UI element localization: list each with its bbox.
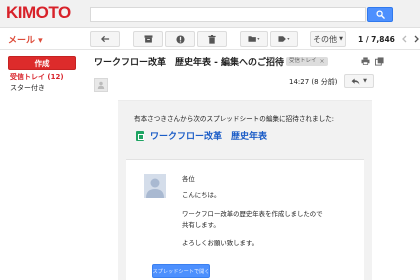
close-icon[interactable]: ×: [320, 57, 325, 66]
more-label: その他: [313, 34, 338, 44]
star-icon[interactable]: ☆: [270, 55, 277, 64]
body-line: ワークフロー改革の歴史年表を作成しましたので: [182, 210, 323, 218]
more-button[interactable]: その他 ▼: [310, 31, 346, 47]
delete-button[interactable]: [197, 31, 227, 47]
older-button[interactable]: [410, 31, 420, 47]
label-tag-text: 受信トレイ: [289, 58, 317, 64]
trash-icon: [208, 34, 216, 44]
email-card: 有本さつきさんから次のスプレッドシートの編集に招待されました: ワークフロー改革…: [118, 100, 372, 280]
compose-button[interactable]: 作成: [8, 56, 76, 70]
folder-icon: [248, 36, 260, 42]
print-button[interactable]: [360, 56, 370, 66]
body-line: 共有します。: [182, 221, 220, 229]
reply-menu-chevron-icon[interactable]: ▼: [363, 78, 367, 84]
newer-button[interactable]: [398, 31, 410, 47]
reply-button[interactable]: ▼: [344, 74, 374, 88]
labels-button[interactable]: [270, 31, 298, 47]
archive-button[interactable]: [133, 31, 163, 47]
sidebar-item-starred[interactable]: スター付き: [10, 83, 45, 93]
invite-text: 有本さつきさんから次のスプレッドシートの編集に招待されました:: [134, 115, 335, 123]
back-button[interactable]: [90, 31, 120, 47]
chevron-left-icon: [401, 35, 406, 43]
user-silhouette-icon: [144, 174, 166, 198]
inbox-label-tag[interactable]: 受信トレイ ×: [286, 57, 328, 66]
mail-menu[interactable]: メール ▾: [8, 33, 43, 46]
search-input[interactable]: [90, 7, 366, 22]
sender-avatar-small: [94, 78, 108, 92]
report-spam-button[interactable]: [165, 31, 195, 47]
body-line: こんにちは。: [182, 191, 221, 199]
sheet-title-link[interactable]: ワークフロー改革 歴史年表: [150, 129, 267, 142]
print-icon: [361, 57, 369, 65]
top-header: KIMOTO: [0, 0, 420, 28]
message-subject: ワークフロー改革 歴史年表 - 編集へのご招待: [94, 58, 285, 68]
chevron-right-icon: [414, 35, 419, 43]
reply-icon: [351, 77, 360, 85]
move-to-button[interactable]: [240, 31, 268, 47]
sheet-link-row: ワークフロー改革 歴史年表: [136, 129, 356, 142]
message-star-icon[interactable]: ☆: [330, 76, 337, 85]
page-count: 1 / 7,846: [358, 35, 395, 44]
body-line: 各位: [182, 175, 195, 183]
message-box: 各位 こんにちは。 ワークフロー改革の歴史年表を作成しましたので 共有します。 …: [126, 159, 364, 280]
sender-avatar: [144, 174, 166, 198]
chevron-down-icon: ▼: [339, 36, 343, 42]
body-line: よろしくお願い致します。: [182, 239, 259, 247]
open-in-sheets-button[interactable]: スプレッドシートで開く: [152, 264, 210, 278]
exclamation-icon: [175, 34, 185, 44]
message-toolbar: メール ▾ その他 ▼ 1 / 7,846: [0, 28, 420, 50]
search-icon: [375, 10, 385, 19]
tag-icon: [278, 36, 290, 42]
invite-section: 有本さつきさんから次のスプレッドシートの編集に招待されました: ワークフロー改革…: [134, 113, 356, 142]
gmail-window: KIMOTO メール ▾ その他 ▼ 1 / 7,846 作成 受信トレイ (1…: [0, 0, 420, 280]
sidebar-item-inbox[interactable]: 受信トレイ (12): [10, 72, 64, 82]
kimoto-logo[interactable]: KIMOTO: [6, 3, 71, 23]
new-window-icon: [374, 56, 384, 66]
archive-icon: [144, 35, 152, 43]
back-arrow-icon: [100, 35, 109, 43]
spreadsheet-icon: [136, 130, 144, 141]
user-silhouette-icon: [97, 81, 105, 89]
new-window-button[interactable]: [374, 56, 384, 66]
search-button[interactable]: [367, 7, 393, 22]
